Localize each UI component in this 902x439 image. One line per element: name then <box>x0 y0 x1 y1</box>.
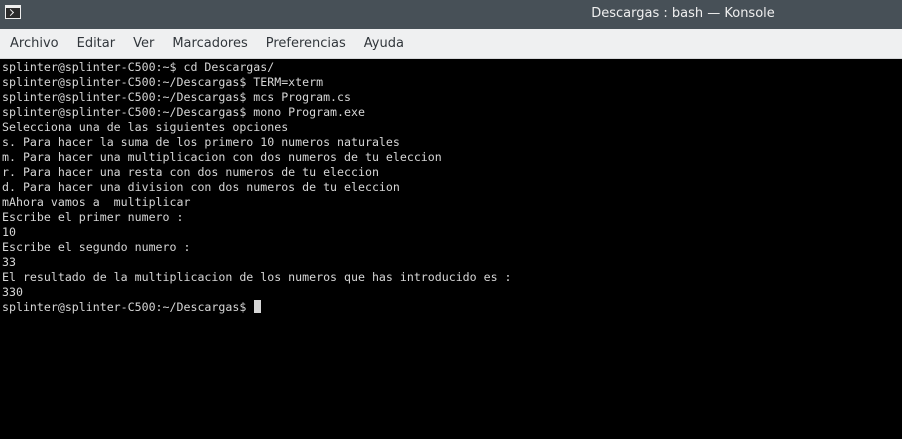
terminal-area[interactable]: splinter@splinter-C500:~$ cd Descargas/ … <box>0 59 902 439</box>
menu-bar: Archivo Editar Ver Marcadores Preferenci… <box>0 29 902 59</box>
menu-editar[interactable]: Editar <box>68 36 125 52</box>
terminal-prompt-line[interactable]: splinter@splinter-C500:~/Descargas$ <box>0 300 902 315</box>
terminal-line: splinter@splinter-C500:~/Descargas$ TERM… <box>2 75 324 89</box>
konsole-terminal-icon[interactable] <box>5 5 21 19</box>
window-title: Descargas : bash — Konsole <box>591 6 775 21</box>
terminal-line: 33 <box>2 255 16 269</box>
terminal-line: Escribe el primer numero : <box>2 210 184 224</box>
terminal-line: splinter@splinter-C500:~/Descargas$ mcs … <box>2 90 352 104</box>
konsole-window: Descargas : bash — Konsole Archivo Edita… <box>0 0 902 439</box>
terminal-cursor <box>254 300 262 313</box>
terminal-line: splinter@splinter-C500:~$ cd Descargas/ <box>2 60 275 74</box>
menu-preferencias[interactable]: Preferencias <box>257 36 355 52</box>
terminal-line: El resultado de la multiplicacion de los… <box>2 270 512 284</box>
menu-ayuda[interactable]: Ayuda <box>355 36 413 52</box>
terminal-line: r. Para hacer una resta con dos numeros … <box>2 165 379 179</box>
terminal-prompt: splinter@splinter-C500:~/Descargas$ <box>2 300 254 314</box>
menu-marcadores[interactable]: Marcadores <box>163 36 256 52</box>
terminal-line: splinter@splinter-C500:~/Descargas$ mono… <box>2 105 365 119</box>
terminal-line: Escribe el segundo numero : <box>2 240 191 254</box>
terminal-line: mAhora vamos a multiplicar <box>2 195 191 209</box>
terminal-line: d. Para hacer una division con dos numer… <box>2 180 400 194</box>
terminal-line: s. Para hacer la suma de los primero 10 … <box>2 135 400 149</box>
terminal-line: Selecciona una de las siguientes opcione… <box>2 120 289 134</box>
terminal-line: 330 <box>2 285 23 299</box>
menu-ver[interactable]: Ver <box>124 36 163 52</box>
terminal-line: m. Para hacer una multiplicacion con dos… <box>2 150 442 164</box>
title-bar[interactable]: Descargas : bash — Konsole <box>0 0 902 29</box>
terminal-line: 10 <box>2 225 16 239</box>
menu-archivo[interactable]: Archivo <box>1 36 68 52</box>
